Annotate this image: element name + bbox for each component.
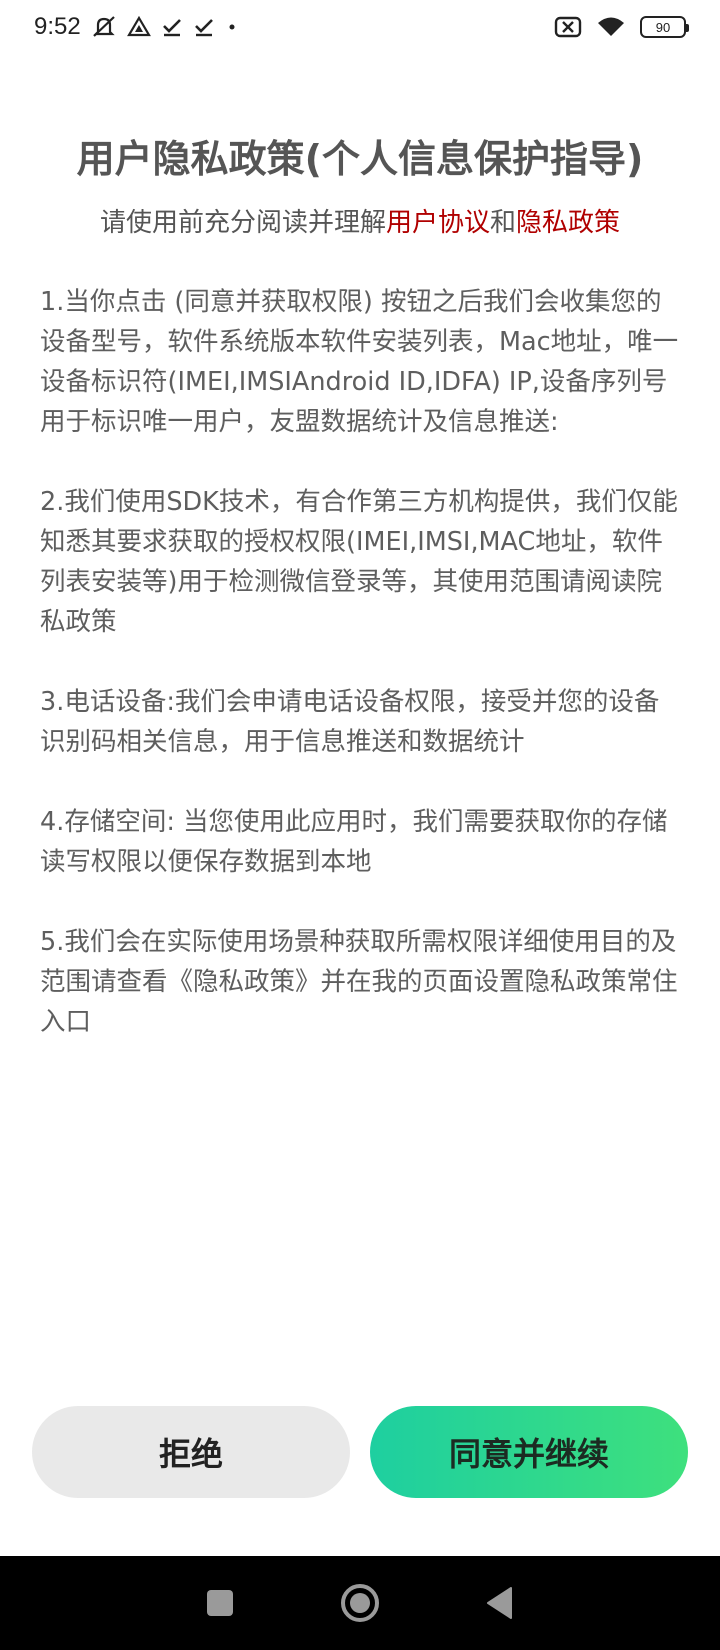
user-agreement-link[interactable]: 用户协议	[386, 208, 490, 238]
dot-icon	[225, 20, 239, 34]
status-right: 90	[554, 16, 689, 38]
policy-paragraph-5: 5.我们会在实际使用场景种获取所需权限详细使用目的及范围请查看《隐私政策》并在我…	[40, 927, 678, 1037]
drive-icon	[126, 16, 151, 38]
recents-button[interactable]	[195, 1578, 245, 1628]
square-icon	[207, 1590, 233, 1616]
subtitle: 请使用前充分阅读并理解用户协议和隐私政策	[0, 202, 720, 239]
sim-off-icon	[554, 16, 582, 38]
home-button[interactable]	[335, 1578, 385, 1628]
policy-paragraph-2: 2.我们使用SDK技术，有合作第三方机构提供，我们仅能知悉其要求获取的授权权限(…	[40, 487, 678, 637]
status-time: 9:52	[34, 13, 81, 40]
policy-body: 1.当你点击 (同意并获取权限) 按钮之后我们会收集您的设备型号，软件系统版本软…	[40, 282, 682, 1082]
back-triangle-icon	[487, 1587, 512, 1619]
bell-muted-icon	[91, 15, 117, 39]
subtitle-middle: 和	[490, 208, 517, 238]
privacy-policy-link[interactable]: 隐私政策	[516, 208, 620, 238]
check-icon	[193, 17, 215, 37]
wifi-icon	[596, 16, 626, 38]
agree-continue-button[interactable]: 同意并继续	[370, 1406, 688, 1498]
policy-paragraph-4: 4.存储空间: 当您使用此应用时，我们需要获取你的存储读写权限以便保存数据到本地	[40, 807, 668, 877]
status-left: 9:52	[34, 13, 239, 41]
policy-paragraph-3: 3.电话设备:我们会申请电话设备权限，接受并您的设备识别码相关信息，用于信息推送…	[40, 687, 660, 757]
status-bar: 9:52 90	[0, 0, 720, 54]
reject-button[interactable]: 拒绝	[32, 1406, 350, 1498]
check-icon	[161, 17, 183, 37]
page-title: 用户隐私政策(个人信息保护指导)	[76, 137, 644, 181]
battery-icon: 90	[640, 16, 689, 38]
subtitle-prefix: 请使用前充分阅读并理解	[99, 208, 386, 238]
policy-paragraph-1: 1.当你点击 (同意并获取权限) 按钮之后我们会收集您的设备型号，软件系统版本软…	[40, 287, 679, 437]
battery-level: 90	[655, 19, 671, 35]
home-circle-icon	[341, 1584, 379, 1622]
back-button[interactable]	[475, 1578, 525, 1628]
navigation-bar	[0, 1556, 720, 1650]
